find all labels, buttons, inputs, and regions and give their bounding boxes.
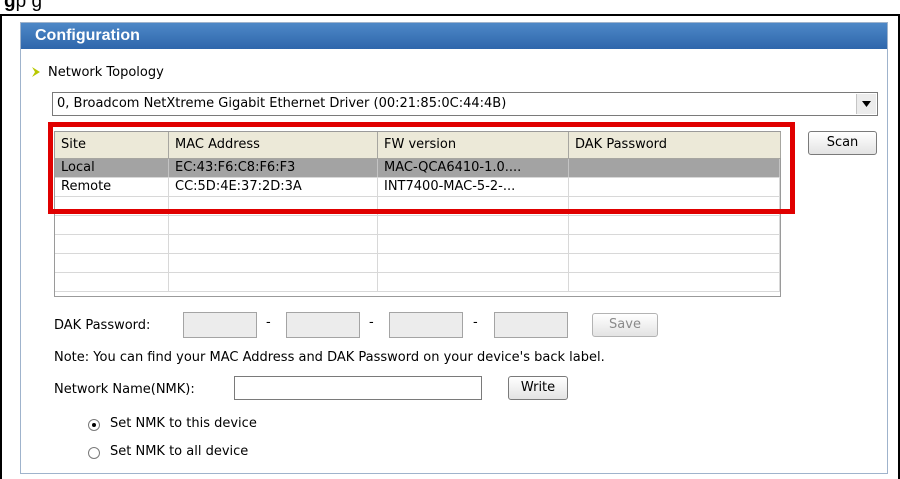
network-topology-heading: Network Topology [30,63,164,81]
dak-separator: - [266,315,271,330]
adapter-select[interactable]: 0, Broadcom NetXtreme Gigabit Ethernet D… [52,92,878,116]
document-caption-fragment: gp g [0,0,900,14]
network-name-label: Network Name(NMK): [54,382,195,397]
network-topology-label: Network Topology [48,64,164,80]
write-button[interactable]: Write [508,376,568,400]
scan-button[interactable]: Scan [808,131,877,155]
frame-left-border [0,14,2,479]
empty-table-row[interactable] [55,254,780,273]
dak-password-field-2[interactable] [286,312,360,338]
frame-top-border [0,14,900,16]
chevron-down-icon[interactable] [856,94,876,114]
caption-text: gp g [4,0,43,12]
dak-password-label: DAK Password: [54,318,151,333]
highlight-box [48,122,795,214]
dak-password-field-1[interactable] [183,312,257,338]
adapter-select-value: 0, Broadcom NetXtreme Gigabit Ethernet D… [57,96,507,111]
set-nmk-all-device-label[interactable]: Set NMK to all device [110,444,248,459]
network-name-input[interactable] [234,376,482,400]
dak-password-field-3[interactable] [389,312,463,338]
dak-password-field-4[interactable] [494,312,568,338]
dak-separator: - [473,315,478,330]
save-button[interactable]: Save [592,313,658,337]
radio-set-nmk-this-device[interactable] [88,419,100,431]
panel-title: Configuration [21,23,887,49]
dak-note: Note: You can find your MAC Address and … [54,350,605,365]
dak-separator: - [369,315,374,330]
empty-table-row[interactable] [55,235,780,254]
empty-table-row[interactable] [55,273,780,292]
radio-set-nmk-all-device[interactable] [88,447,100,459]
arrow-right-icon [32,67,40,77]
empty-table-row[interactable] [55,216,780,235]
set-nmk-this-device-label[interactable]: Set NMK to this device [110,416,257,431]
